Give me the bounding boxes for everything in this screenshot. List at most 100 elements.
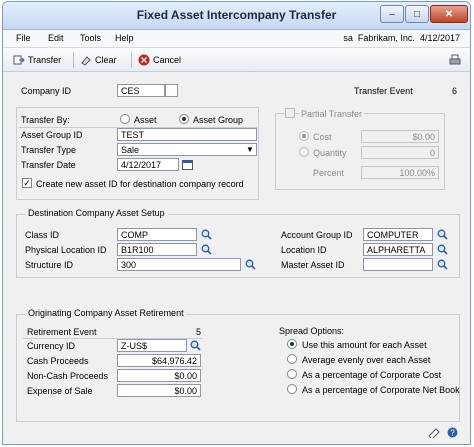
transfer-icon (13, 55, 25, 65)
clear-label: Clear (95, 55, 117, 65)
transfer-event-label: Transfer Event (354, 86, 413, 96)
spread-option-radio[interactable] (287, 384, 297, 394)
retirement-event-value: 5 (195, 327, 201, 337)
structure-id-label: Structure ID (25, 260, 74, 270)
location-id-field[interactable]: ALPHARETTA (363, 243, 433, 256)
expense-label: Expense of Sale (27, 386, 93, 396)
close-button[interactable]: ✕ (430, 5, 468, 23)
percent-label: Percent (313, 168, 345, 178)
transfer-label: Transfer (28, 55, 62, 65)
company-id-field[interactable]: CES (117, 84, 165, 97)
retirement-event-label: Retirement Event (27, 327, 97, 337)
master-asset-field[interactable] (363, 258, 433, 271)
currency-id-field[interactable]: Z-US$ (117, 339, 187, 352)
company-id-extra[interactable] (165, 84, 178, 97)
note-icon[interactable] (427, 426, 441, 439)
menu-help[interactable]: Help (115, 33, 134, 43)
physical-location-label: Physical Location ID (25, 245, 107, 255)
company-id-label: Company ID (21, 86, 72, 96)
cash-proceeds-field[interactable]: $64,976.42 (117, 354, 201, 367)
search-icon[interactable] (199, 243, 213, 256)
spread-option-label: Average evenly over each Asset (302, 355, 431, 365)
cancel-label: Cancel (153, 55, 182, 65)
menu-file[interactable]: File (16, 33, 31, 43)
cost-label: Cost (313, 132, 332, 142)
account-group-label: Account Group ID (281, 230, 353, 240)
transfer-type-select[interactable]: Sale (117, 143, 257, 156)
physical-location-field[interactable]: B1R100 (117, 243, 197, 256)
company-name: Fabrikam, Inc. (357, 33, 415, 43)
calendar-icon[interactable] (180, 158, 194, 171)
quantity-radio[interactable] (299, 147, 309, 157)
maximize-button[interactable]: □ (405, 5, 429, 23)
asset-group-radio-label: Asset Group (193, 115, 244, 125)
search-icon[interactable] (188, 339, 202, 352)
printer-icon (449, 54, 461, 65)
expense-field[interactable]: $0.00 (117, 384, 201, 397)
partial-transfer-label: Partial Transfer (299, 109, 365, 119)
chevron-down-icon[interactable]: ▼ (245, 144, 255, 155)
user-name: sa (343, 33, 353, 43)
menu-edit[interactable]: Edit (48, 33, 64, 43)
asset-radio[interactable] (120, 114, 130, 124)
title-bar: Fixed Asset Intercompany Transfer – □ ✕ (3, 2, 470, 30)
help-icon[interactable]: ? (445, 426, 459, 439)
spread-options-title: Spread Options: (279, 326, 345, 336)
account-group-field[interactable]: COMPUTER (363, 228, 433, 241)
session-date: 4/12/2017 (419, 33, 460, 43)
spread-option-radio[interactable] (287, 369, 297, 379)
spread-option-label: Use this amount for each Asset (302, 340, 427, 350)
cancel-button[interactable]: Cancel (138, 52, 181, 68)
transfer-event-value: 6 (452, 86, 458, 96)
transfer-by-label: Transfer By: (21, 115, 70, 125)
create-new-asset-checkbox[interactable]: ✓ (22, 178, 32, 188)
spread-option-label: As a percentage of Corporate Net Book (302, 385, 460, 395)
print-button[interactable] (449, 52, 461, 68)
originating-group-title: Originating Company Asset Retirement (25, 308, 187, 318)
cancel-icon (138, 54, 150, 66)
spread-option-radio[interactable] (287, 339, 297, 349)
create-new-asset-label: Create new asset ID for destination comp… (36, 179, 244, 189)
percent-field[interactable]: 100.00% (361, 166, 439, 179)
asset-group-id-field[interactable]: TEST (117, 128, 257, 141)
transfer-button[interactable]: Transfer (13, 52, 61, 68)
search-icon[interactable] (435, 258, 449, 271)
cost-field[interactable]: $0.00 (361, 130, 439, 143)
search-icon[interactable] (435, 243, 449, 256)
class-id-label: Class ID (25, 230, 60, 240)
menu-tools[interactable]: Tools (80, 33, 101, 43)
spread-option-radio[interactable] (287, 354, 297, 364)
structure-id-field[interactable]: 300 (117, 258, 241, 271)
non-cash-label: Non-Cash Proceeds (27, 371, 109, 381)
currency-id-label: Currency ID (27, 341, 76, 351)
quantity-field[interactable]: 0 (361, 146, 439, 159)
location-id-label: Location ID (281, 245, 327, 255)
destination-group-title: Destination Company Asset Setup (25, 208, 168, 218)
search-icon[interactable] (199, 228, 213, 241)
clear-button[interactable]: Clear (80, 52, 117, 68)
class-id-field[interactable]: COMP (117, 228, 197, 241)
asset-radio-label: Asset (134, 115, 157, 125)
menu-bar: File Edit Tools Help sa Fabrikam, Inc. 4… (3, 30, 470, 48)
non-cash-field[interactable]: $0.00 (117, 369, 201, 382)
search-icon[interactable] (435, 228, 449, 241)
transfer-window: Fixed Asset Intercompany Transfer – □ ✕ … (2, 1, 471, 445)
minimize-button[interactable]: – (380, 5, 404, 23)
asset-group-id-label: Asset Group ID (21, 130, 83, 140)
partial-transfer-checkbox[interactable] (285, 108, 295, 118)
quantity-label: Quantity (313, 148, 347, 158)
search-icon[interactable] (243, 258, 257, 271)
transfer-date-field[interactable]: 4/12/2017 (117, 158, 179, 171)
cash-proceeds-label: Cash Proceeds (27, 356, 89, 366)
user-company-date: sa Fabrikam, Inc. 4/12/2017 (343, 33, 460, 43)
master-asset-label: Master Asset ID (281, 260, 345, 270)
transfer-date-label: Transfer Date (21, 160, 76, 170)
spread-option-label: As a percentage of Corporate Cost (302, 370, 442, 380)
eraser-icon (81, 56, 91, 66)
transfer-type-label: Transfer Type (21, 145, 77, 155)
cost-radio[interactable] (299, 131, 309, 141)
asset-group-radio[interactable] (179, 114, 189, 124)
toolbar: Transfer Clear Cancel (3, 48, 470, 72)
svg-text:?: ? (450, 428, 455, 437)
toolbar-separator (131, 52, 132, 68)
